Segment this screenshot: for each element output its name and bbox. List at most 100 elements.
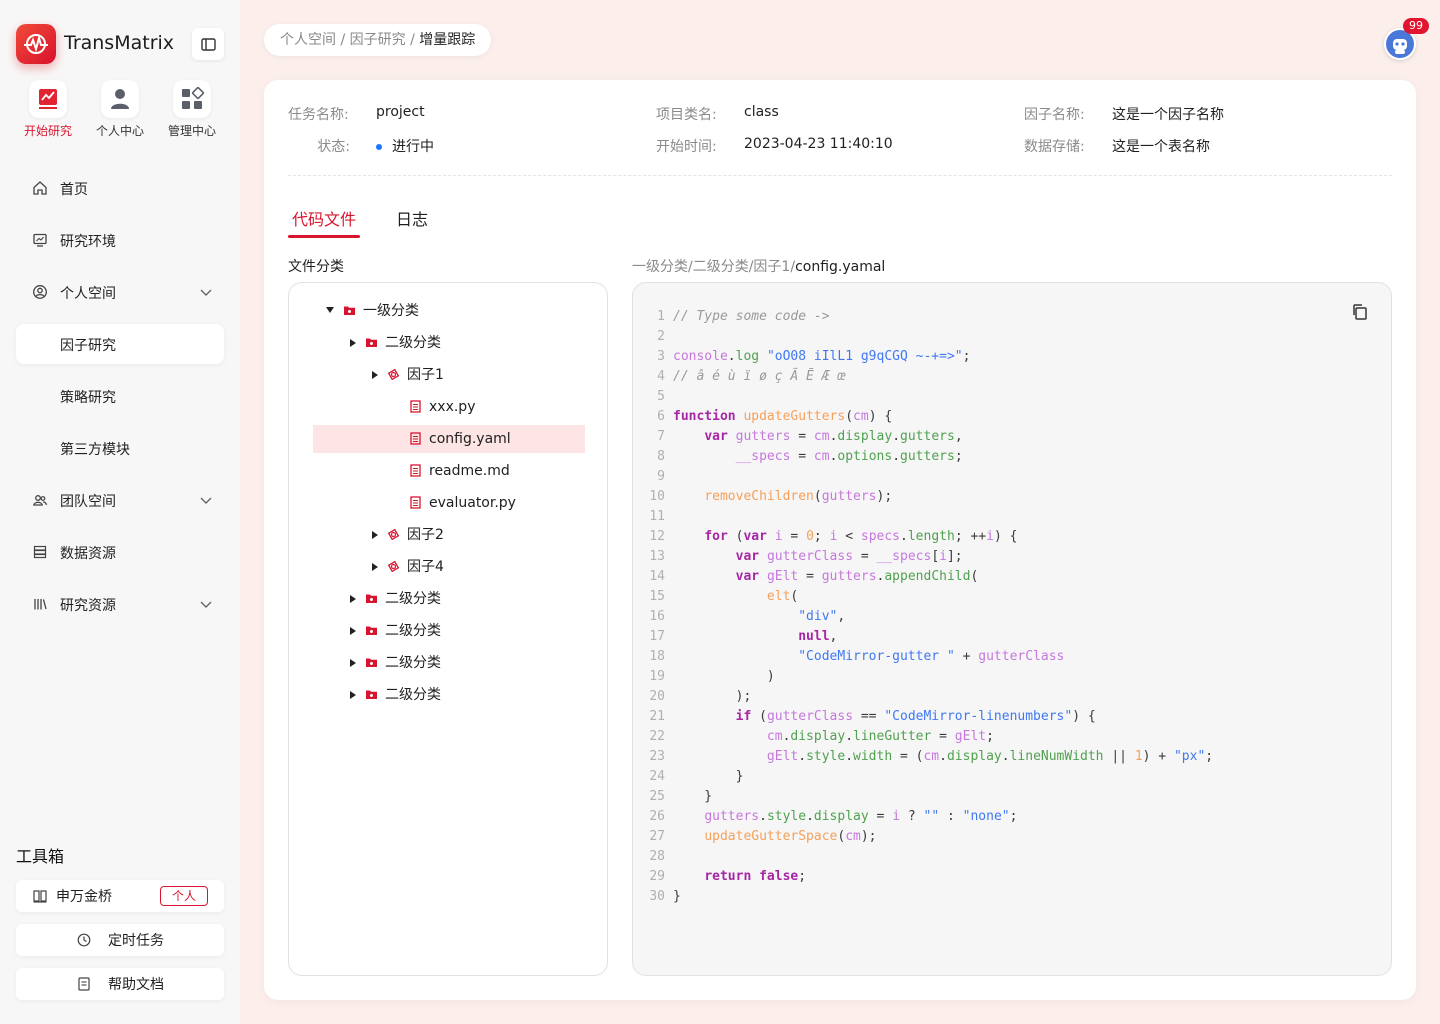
caret-right-icon[interactable] (350, 339, 356, 347)
code-line: 21 if (gutterClass == "CodeMirror-linenu… (633, 707, 1353, 727)
nav-item-third-party[interactable]: 第三方模块 (16, 428, 224, 468)
app-logo[interactable] (16, 24, 56, 64)
tree-folder-item[interactable]: 二级分类 (313, 649, 585, 677)
code-text: function updateGutters(cm) { (673, 409, 893, 424)
line-number: 25 (649, 789, 665, 804)
caret-right-icon[interactable] (372, 371, 378, 379)
quick-nav-admin-center[interactable]: 管理中心 (160, 80, 224, 139)
tool-label: 定时任务 (108, 933, 164, 949)
folder-icon (366, 338, 377, 347)
home-icon (33, 181, 47, 195)
tab-logs[interactable]: 日志 (396, 206, 428, 230)
line-number: 13 (649, 549, 665, 564)
caret-right-icon[interactable] (350, 627, 356, 635)
nav-item-research-resources[interactable]: 研究资源 (16, 584, 224, 624)
code-line: 20 ); (633, 687, 1353, 707)
code-text: null, (798, 629, 838, 644)
code-text: removeChildren(gutters); (704, 489, 893, 504)
caret-right-icon[interactable] (372, 563, 378, 571)
code-text: // Type some code -> (673, 309, 830, 324)
database-icon (33, 545, 47, 559)
tree-folder-item[interactable]: 一级分类 (313, 297, 585, 325)
quick-nav-start-research[interactable]: 开始研究 (16, 80, 80, 139)
nav-label: 个人空间 (60, 286, 116, 302)
tree-factor-item[interactable]: 因子2 (313, 521, 585, 549)
tree-item-label: evaluator.py (429, 495, 516, 511)
code-line: 3 console.log "oO08 iIlL1 g9qCGQ ~-+=>"; (633, 347, 1353, 367)
nav-label: 研究资源 (60, 598, 116, 614)
code-line: 14 var gElt = gutters.appendChild( (633, 567, 1353, 587)
project-class-label: 项目类名: (656, 107, 717, 123)
tree-folder-item[interactable]: 二级分类 (313, 617, 585, 645)
nav-item-team-space[interactable]: 团队空间 (16, 480, 224, 520)
app-name: TransMatrix (64, 32, 175, 54)
folder-icon (366, 594, 377, 603)
tree-factor-item[interactable]: 因子4 (313, 553, 585, 581)
tool-help-docs[interactable]: 帮助文档 (16, 968, 224, 1000)
quick-nav-personal-center[interactable]: 个人中心 (88, 80, 152, 139)
tree-factor-item[interactable]: 因子1 (313, 361, 585, 389)
code-text: return false; (704, 869, 807, 884)
caret-right-icon[interactable] (372, 531, 378, 539)
chevron-down-icon[interactable] (198, 492, 214, 508)
folder-icon (366, 690, 377, 699)
grid-icon (173, 80, 211, 118)
tree-file-item[interactable]: config.yaml (313, 425, 585, 453)
nav-item-data-resources[interactable]: 数据资源 (16, 532, 224, 572)
chevron-down-icon[interactable] (198, 596, 214, 612)
tree-folder-item[interactable]: 二级分类 (313, 585, 585, 613)
caret-right-icon[interactable] (350, 595, 356, 603)
code-line: 26 gutters.style.display = i ? "" : "non… (633, 807, 1353, 827)
tool-scheduled-tasks[interactable]: 定时任务 (16, 924, 224, 956)
nav-item-home[interactable]: 首页 (16, 168, 224, 208)
tree-item-label: 因子1 (407, 367, 444, 383)
nav-item-personal-space[interactable]: 个人空间 (16, 272, 224, 312)
code-text: for (var i = 0; i < specs.length; ++i) { (704, 529, 1018, 544)
code-line: 8 __specs = cm.options.gutters; (633, 447, 1353, 467)
breadcrumb-link[interactable]: 个人空间 (280, 32, 336, 48)
start-time-value: 2023-04-23 11:40:10 (744, 136, 893, 152)
breadcrumb-link[interactable]: 因子研究 (350, 32, 406, 48)
notification-badge: 99 (1403, 18, 1429, 34)
code-line: 7 var gutters = cm.display.gutters, (633, 427, 1353, 447)
tree-file-item[interactable]: evaluator.py (313, 489, 585, 517)
line-number: 21 (649, 709, 665, 724)
code-text: updateGutterSpace(cm); (704, 829, 877, 844)
nav-item-factor-research[interactable]: 因子研究 (16, 324, 224, 364)
code-editor[interactable]: 1// Type some code -> 2 3 console.log "oO08… (632, 282, 1392, 976)
line-number: 11 (649, 509, 665, 524)
breadcrumb-current: 增量跟踪 (419, 32, 476, 48)
nav-item-strategy-research[interactable]: 策略研究 (16, 376, 224, 416)
status-text: 进行中 (392, 139, 434, 155)
tree-item-label: 二级分类 (385, 335, 441, 351)
nav-item-research-env[interactable]: 研究环境 (16, 220, 224, 260)
tree-folder-item[interactable]: 二级分类 (313, 681, 585, 709)
tool-shenwan-jinqiao[interactable]: 申万金桥 个人 (16, 880, 224, 912)
line-number: 22 (649, 729, 665, 744)
tree-file-item[interactable]: xxx.py (313, 393, 585, 421)
line-number: 12 (649, 529, 665, 544)
code-line: 17 null, (633, 627, 1353, 647)
tree-item-label: readme.md (429, 463, 510, 479)
tab-code-files[interactable]: 代码文件 (292, 206, 356, 230)
line-number: 7 (657, 429, 665, 444)
tool-label: 帮助文档 (108, 977, 164, 993)
code-line: 10 removeChildren(gutters); (633, 487, 1353, 507)
caret-down-icon[interactable] (326, 307, 334, 313)
caret-right-icon[interactable] (350, 691, 356, 699)
line-number: 23 (649, 749, 665, 764)
tree-folder-item[interactable]: 二级分类 (313, 329, 585, 357)
copy-icon[interactable] (1351, 303, 1369, 321)
library-icon (34, 599, 47, 610)
breadcrumb: 个人空间 / 因子研究 / 增量跟踪 (264, 24, 492, 56)
line-number: 26 (649, 809, 665, 824)
code-line: 27 updateGutterSpace(cm); (633, 827, 1353, 847)
tree-file-item[interactable]: readme.md (313, 457, 585, 485)
caret-right-icon[interactable] (350, 659, 356, 667)
code-text: ) (673, 669, 775, 684)
code-text: var gutters = cm.display.gutters, (704, 429, 963, 444)
status-label: 状态: (317, 139, 350, 155)
code-text: } (673, 769, 744, 784)
chevron-down-icon[interactable] (198, 284, 214, 300)
sidebar-collapse-button[interactable] (192, 28, 224, 60)
